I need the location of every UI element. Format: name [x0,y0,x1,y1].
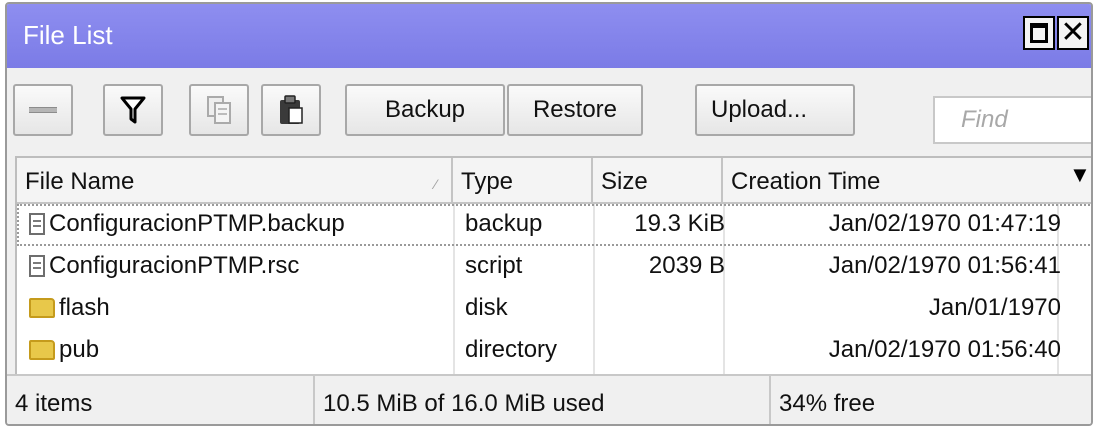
upload-button[interactable]: Upload... [695,84,855,136]
column-header-label: Size [601,168,648,195]
column-header-creation-time[interactable]: Creation Time [723,158,1091,204]
column-header-label: File Name [25,168,135,195]
sort-icon: ⁄ [434,176,437,192]
maximize-button[interactable] [1023,16,1055,50]
file-type-cell: script [465,252,523,279]
file-size-cell: 2039 B [648,252,725,279]
column-header-label: Creation Time [731,168,881,195]
copy-button[interactable] [189,84,249,136]
file-type-cell: disk [465,294,508,321]
file-type-cell: directory [465,336,558,363]
remove-button[interactable] [13,84,73,136]
creation-time-cell: Jan/02/1970 01:47:19 [828,210,1061,237]
table-row[interactable]: flash disk Jan/01/1970 [17,288,1091,330]
filter-button[interactable] [103,84,163,136]
paste-icon [280,95,303,124]
file-name-cell: pub [29,336,99,364]
status-disk-usage: 10.5 MiB of 16.0 MiB used [315,376,771,424]
file-name-cell: ConfiguracionPTMP.backup [29,210,345,238]
file-name-cell: ConfiguracionPTMP.rsc [29,252,299,280]
creation-time-cell: Jan/01/1970 [928,294,1061,321]
column-header-type[interactable]: Type [453,158,593,204]
backup-button[interactable]: Backup [345,84,505,136]
file-type-cell: backup [465,210,543,237]
minus-icon [29,107,57,113]
folder-icon [29,298,55,318]
table-row[interactable]: ConfiguracionPTMP.backup backup 19.3 KiB… [17,204,1091,246]
folder-icon [29,340,55,360]
status-item-count: 4 items [7,376,315,424]
file-size-cell: 19.3 KiB [634,210,725,237]
creation-time-cell: Jan/02/1970 01:56:41 [828,252,1061,279]
column-header-label: Type [461,168,514,195]
file-table: File Name ⁄ Type Size Creation Time ▼ Co… [15,156,1091,376]
window-title: File List [23,20,113,50]
find-input[interactable]: Find [933,96,1091,144]
status-free-space: 34% free [779,390,876,417]
creation-time-cell: Jan/02/1970 01:56:40 [828,336,1061,363]
file-list-window: File List ✕ Backup Restore Upload... Fin… [5,2,1093,426]
restore-button[interactable]: Restore [507,84,643,136]
columns-menu-icon[interactable]: ▼ [1069,162,1091,188]
status-bar: 4 items 10.5 MiB of 16.0 MiB used 34% fr… [7,374,1091,424]
table-row[interactable]: ConfiguracionPTMP.rsc script 2039 B Jan/… [17,246,1091,288]
maximize-icon [1030,23,1048,43]
copy-icon [207,96,231,124]
file-name-cell: flash [29,294,110,322]
filter-icon [120,96,146,124]
close-button[interactable]: ✕ [1057,16,1089,50]
close-icon: ✕ [1060,16,1086,49]
document-icon [29,213,45,235]
paste-button[interactable] [261,84,321,136]
column-header-file-name[interactable]: File Name ⁄ [17,158,453,204]
table-row[interactable]: pub directory Jan/02/1970 01:56:40 [17,330,1091,372]
toolbar: Backup Restore Upload... Find [7,68,1091,156]
title-bar[interactable]: File List ✕ [7,4,1091,68]
document-icon [29,255,45,277]
column-header-size[interactable]: Size [593,158,723,204]
